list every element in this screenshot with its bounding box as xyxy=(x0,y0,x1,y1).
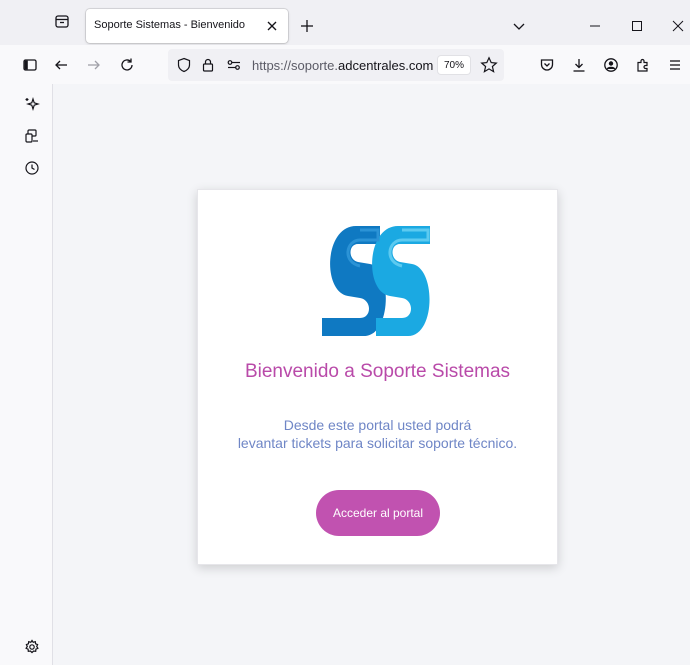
reload-icon xyxy=(119,57,135,73)
tab-list-button[interactable] xyxy=(52,11,72,31)
list-all-tabs-button[interactable] xyxy=(509,16,529,36)
url-bar[interactable]: https://soporte.adcentrales.com 70% xyxy=(168,49,504,81)
extensions-button[interactable] xyxy=(633,55,653,75)
portal-description: Desde este portal usted podrá levantar t… xyxy=(198,416,557,452)
window-close-button[interactable] xyxy=(668,16,688,36)
reload-button[interactable] xyxy=(117,55,137,75)
permissions-icon[interactable] xyxy=(226,57,242,73)
downloads-button[interactable] xyxy=(569,55,589,75)
back-button[interactable] xyxy=(51,55,71,75)
forward-button[interactable] xyxy=(84,55,104,75)
maximize-icon xyxy=(631,20,643,32)
minimize-icon xyxy=(589,20,601,32)
active-tab[interactable]: Soporte Sistemas - Bienvenido xyxy=(86,9,288,43)
zoom-indicator[interactable]: 70% xyxy=(438,56,470,74)
forward-icon xyxy=(86,57,102,73)
plus-icon xyxy=(300,19,314,33)
description-line-1: Desde este portal usted podrá xyxy=(283,417,472,433)
customize-sidebar-button[interactable] xyxy=(22,637,42,657)
download-icon xyxy=(571,57,587,73)
welcome-heading: Bienvenido a Soporte Sistemas xyxy=(244,361,511,382)
history-icon xyxy=(24,160,40,176)
pocket-button[interactable] xyxy=(537,55,557,75)
account-button[interactable] xyxy=(601,55,621,75)
url-text[interactable]: https://soporte.adcentrales.com xyxy=(252,58,433,73)
navigation-toolbar: https://soporte.adcentrales.com 70% xyxy=(0,45,690,84)
browser-sidebar xyxy=(0,84,53,665)
page-content: Bienvenido a Soporte Sistemas Desde este… xyxy=(53,84,690,665)
tab-title: Soporte Sistemas - Bienvenido xyxy=(94,19,246,31)
url-host: adcentrales.com xyxy=(338,58,434,73)
soporte-sistemas-logo xyxy=(318,222,436,340)
menu-icon xyxy=(667,57,683,73)
shield-icon[interactable] xyxy=(176,57,192,73)
welcome-card: Bienvenido a Soporte Sistemas Desde este… xyxy=(197,189,558,565)
close-icon xyxy=(266,20,278,32)
window-close-icon xyxy=(672,20,684,32)
extensions-icon xyxy=(635,57,651,73)
maximize-button[interactable] xyxy=(627,16,647,36)
chevron-down-icon xyxy=(512,19,526,33)
new-tab-button[interactable] xyxy=(298,17,316,35)
ai-sparkle-icon xyxy=(24,96,40,112)
access-portal-button[interactable]: Acceder al portal xyxy=(316,490,440,536)
synced-tabs-icon xyxy=(24,128,40,144)
sidebar-toggle-icon xyxy=(22,57,38,73)
lock-icon[interactable] xyxy=(200,57,216,73)
ai-chatbot-button[interactable] xyxy=(22,94,42,114)
sidebar-toggle-button[interactable] xyxy=(20,55,40,75)
pocket-icon xyxy=(539,57,555,73)
account-icon xyxy=(603,57,619,73)
synced-tabs-button[interactable] xyxy=(22,126,42,146)
tab-bar: Soporte Sistemas - Bienvenido xyxy=(0,0,690,45)
back-icon xyxy=(53,57,69,73)
minimize-button[interactable] xyxy=(585,16,605,36)
description-line-2: levantar tickets para solicitar soporte … xyxy=(237,435,518,451)
history-button[interactable] xyxy=(22,158,42,178)
bookmark-star-icon[interactable] xyxy=(480,56,498,74)
tab-list-icon xyxy=(54,13,70,29)
url-prefix: https://soporte. xyxy=(252,58,338,73)
tab-close-button[interactable] xyxy=(264,18,280,34)
app-menu-button[interactable] xyxy=(665,55,685,75)
settings-icon xyxy=(24,639,40,655)
